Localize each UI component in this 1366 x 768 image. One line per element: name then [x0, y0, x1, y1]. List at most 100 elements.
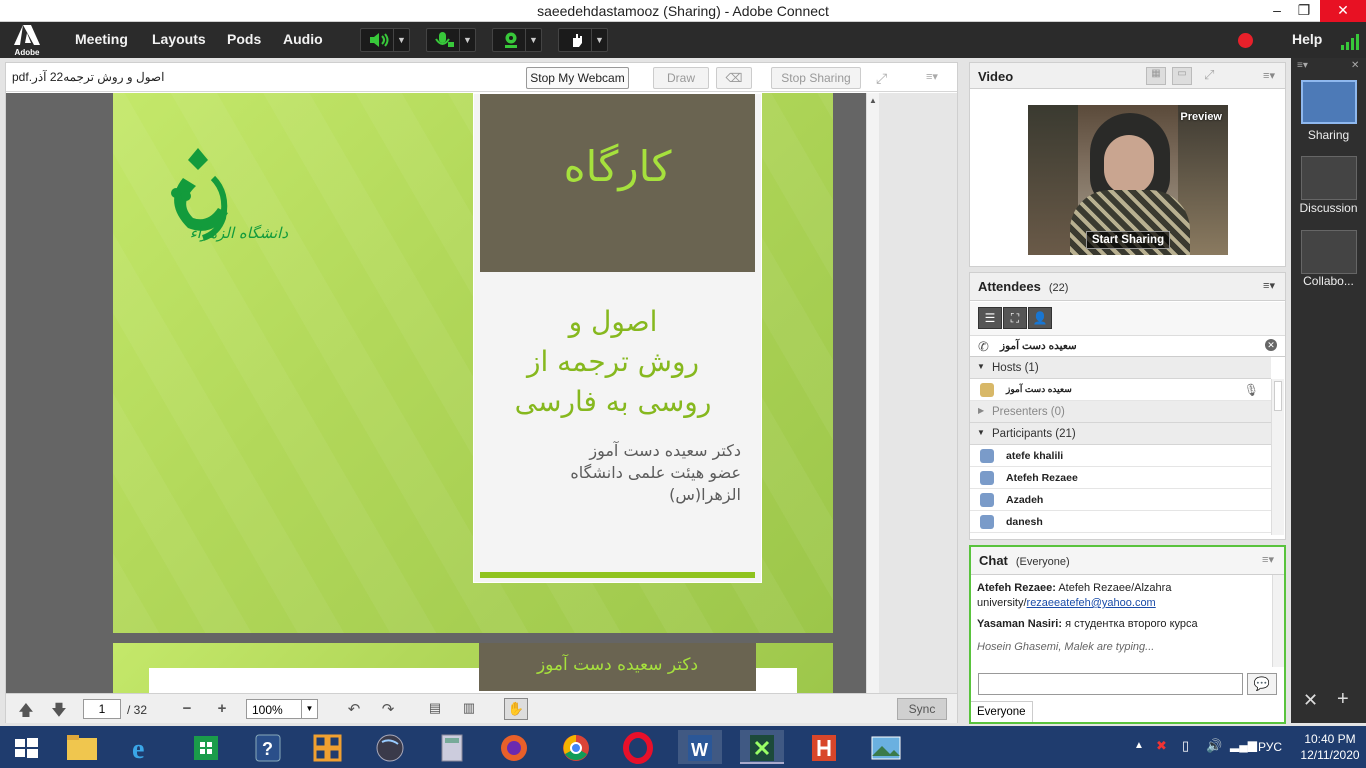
status-control[interactable]: ▼	[558, 28, 608, 52]
pod-menu-icon[interactable]: ≡▾	[1263, 279, 1275, 292]
add-layout-icon[interactable]: +	[1337, 688, 1349, 711]
layout-discussion-label[interactable]: Discussion	[1291, 201, 1366, 215]
layout-sharing-label[interactable]: Sharing	[1291, 128, 1366, 142]
presenters-group[interactable]: ▶ Presenters (0)	[970, 401, 1271, 423]
filmstrip-view-icon[interactable]: ▭	[1172, 67, 1192, 85]
zoom-select[interactable]: 100% ▼	[246, 699, 318, 719]
grid-view-icon[interactable]: ▦	[1146, 67, 1166, 85]
fullscreen-icon[interactable]: ⤢	[1204, 67, 1214, 83]
menu-meeting[interactable]: Meeting	[75, 31, 128, 47]
participant-row[interactable]: Azadeh	[970, 489, 1271, 511]
layout-sharing-thumbnail[interactable]	[1301, 80, 1357, 124]
help-app-icon[interactable]: ?	[246, 730, 290, 764]
clear-status-icon[interactable]: ✕	[1265, 339, 1277, 351]
device-icon[interactable]: ▯	[1182, 738, 1189, 754]
hosts-group[interactable]: ▼ Hosts (1)	[970, 357, 1271, 379]
recording-icon[interactable]	[1238, 33, 1253, 48]
chat-recipient-tab[interactable]: Everyone	[971, 701, 1033, 722]
chevron-down-icon[interactable]: ▼	[459, 29, 475, 51]
clock-date[interactable]: 12/11/2020	[1296, 748, 1364, 762]
calculator-icon[interactable]	[430, 730, 474, 764]
expand-icon[interactable]: ▼	[977, 428, 985, 437]
webcam-control[interactable]: ▼	[492, 28, 542, 52]
host-row[interactable]: سعیده دست آموز 🎙	[970, 379, 1271, 401]
tools-icon[interactable]: ✕	[1303, 690, 1318, 711]
input-language[interactable]: РУС	[1258, 740, 1282, 754]
page-number-input[interactable]: 1	[83, 699, 121, 719]
stop-webcam-button[interactable]: Stop My Webcam	[526, 67, 629, 89]
chevron-down-icon[interactable]: ▼	[525, 29, 541, 51]
globe-app-icon[interactable]	[368, 730, 412, 764]
pod-menu-icon[interactable]: ≡▾	[1263, 69, 1275, 82]
rotate-left-icon[interactable]: ↶	[344, 700, 364, 718]
participant-row[interactable]: Atefeh Rezaee	[970, 467, 1271, 489]
send-message-icon[interactable]: 💬	[1247, 673, 1277, 695]
arrow-down-icon[interactable]: 🡇	[49, 700, 69, 725]
pod-menu-icon[interactable]: ≡▾	[1262, 553, 1274, 566]
photos-icon[interactable]	[864, 730, 908, 764]
adobe-app-icon[interactable]	[802, 730, 846, 764]
internet-explorer-icon[interactable]: e	[122, 730, 166, 765]
participant-row[interactable]: atefe khalili	[970, 445, 1271, 467]
opera-icon[interactable]	[616, 730, 660, 764]
chrome-icon[interactable]	[554, 730, 598, 764]
chevron-down-icon[interactable]: ▼	[393, 29, 409, 51]
pod-menu-icon[interactable]: ≡▾	[926, 70, 938, 83]
start-sharing-button[interactable]: Start Sharing	[1086, 231, 1170, 249]
sync-button[interactable]: Sync	[897, 698, 947, 720]
fullscreen-icon[interactable]: ⤢	[876, 70, 887, 87]
participant-row[interactable]: danesh	[970, 511, 1271, 533]
adobe-logo-icon[interactable]: Adobe	[14, 25, 40, 57]
volume-icon[interactable]: 🔊	[1206, 738, 1222, 754]
document-scrollbar[interactable]: ▲	[866, 93, 879, 693]
chat-input[interactable]	[978, 673, 1243, 695]
multi-page-icon[interactable]: ▥	[459, 700, 479, 716]
attendee-list-scrollbar[interactable]	[1271, 379, 1284, 535]
network-icon[interactable]: ▂▄▆	[1230, 738, 1257, 752]
word-icon[interactable]: W	[678, 730, 722, 764]
chat-email-link[interactable]: rezaeeatefeh@yahoo.com	[1027, 597, 1156, 609]
single-page-icon[interactable]: ▤	[425, 700, 445, 716]
user-role-icon[interactable]: 👤	[1028, 307, 1052, 329]
scroll-up-icon[interactable]: ▲	[869, 96, 877, 105]
show-hidden-icons[interactable]: ▲	[1134, 740, 1144, 751]
speaker-control[interactable]: ▼	[360, 28, 410, 52]
menu-layouts[interactable]: Layouts	[152, 31, 206, 47]
zoom-out-icon[interactable]: −	[177, 700, 197, 717]
menu-pods[interactable]: Pods	[227, 31, 261, 47]
menu-audio[interactable]: Audio	[283, 31, 323, 47]
layout-collaboration-label[interactable]: Collabo...	[1291, 274, 1366, 288]
network-error-icon[interactable]: ✖	[1156, 738, 1167, 754]
scroll-thumb[interactable]	[1274, 381, 1282, 411]
menu-help[interactable]: Help	[1292, 31, 1322, 47]
eraser-icon[interactable]: ⌫	[716, 67, 752, 89]
stop-sharing-button[interactable]: Stop Sharing	[771, 67, 861, 89]
chevron-down-icon[interactable]: ▼	[591, 29, 607, 51]
layout-collaboration-thumbnail[interactable]	[1301, 230, 1357, 274]
adobe-connect-icon[interactable]	[740, 730, 784, 764]
close-panel-icon[interactable]: ✕	[1351, 60, 1359, 71]
close-button[interactable]: ✕	[1320, 0, 1366, 22]
document-canvas[interactable]: دانشگاه الزهراء کارگاه اصول و روش ترجمه …	[6, 93, 876, 693]
expand-icon[interactable]: ▼	[977, 362, 985, 371]
maximize-button[interactable]: ❐	[1287, 0, 1321, 22]
microphone-control[interactable]: ▼	[426, 28, 476, 52]
arrow-up-icon[interactable]: 🡅	[16, 700, 36, 725]
chevron-down-icon[interactable]: ▼	[301, 700, 317, 718]
clock-time[interactable]: 10:40 PM	[1300, 732, 1360, 746]
zoom-in-icon[interactable]: +	[212, 700, 232, 717]
hand-tool-icon[interactable]: ✋	[504, 698, 528, 720]
my-status-row[interactable]: ✆ سعیده دست آموز ✕	[970, 336, 1285, 357]
layout-discussion-thumbnail[interactable]	[1301, 156, 1357, 200]
panel-menu-icon[interactable]: ≡▾	[1297, 60, 1308, 71]
collapse-icon[interactable]: ▶	[978, 406, 984, 415]
firefox-icon[interactable]	[492, 730, 536, 764]
rotate-right-icon[interactable]: ↷	[378, 700, 398, 718]
app-grid-icon[interactable]	[306, 730, 350, 764]
file-explorer-icon[interactable]	[60, 730, 104, 764]
start-button[interactable]	[4, 730, 48, 764]
draw-button[interactable]: Draw	[653, 67, 709, 89]
breakout-rooms-icon[interactable]: ⛶	[1003, 307, 1027, 329]
list-view-icon[interactable]: ☰	[978, 307, 1002, 329]
participants-group[interactable]: ▼ Participants (21)	[970, 423, 1271, 445]
